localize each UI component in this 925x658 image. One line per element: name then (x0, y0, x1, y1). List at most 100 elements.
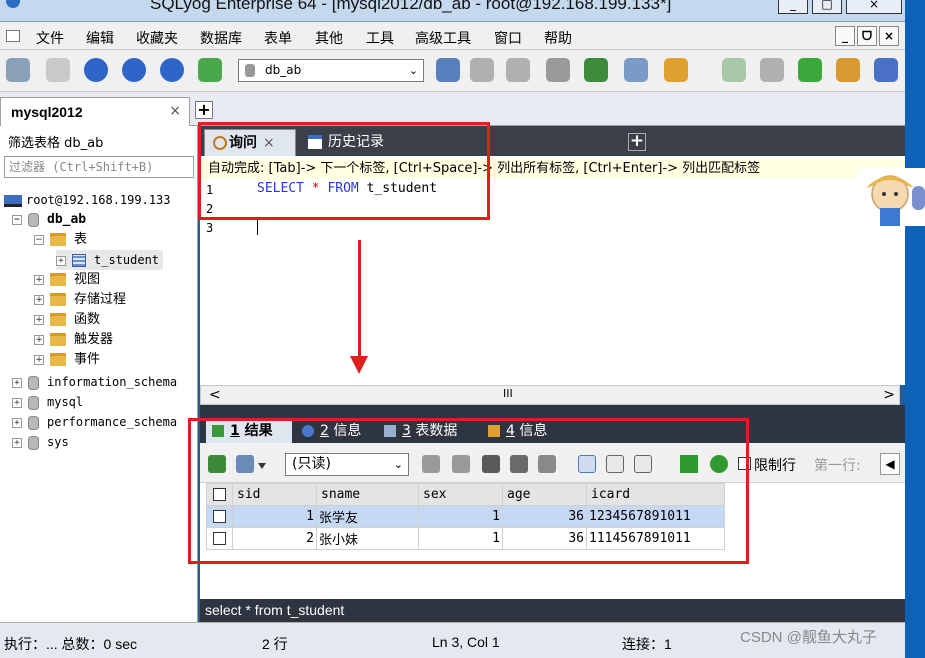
server-label: root@192.168.199.133 (26, 193, 171, 207)
mascot-icon (866, 175, 925, 226)
database-icon (28, 375, 39, 390)
expand-icon[interactable]: + (12, 377, 22, 388)
desktop-edge (905, 0, 925, 658)
filter-input[interactable]: 过滤器 (Ctrl+Shift+B) (4, 156, 194, 178)
menu-file[interactable]: 文件 (36, 28, 64, 48)
new-connection-icon[interactable] (6, 58, 30, 82)
database-icon (28, 212, 39, 227)
expand-icon[interactable]: + (12, 417, 22, 428)
menu-tools[interactable]: 工具 (366, 28, 394, 48)
collapse-icon[interactable]: − (12, 214, 22, 225)
folder-label: 表 (74, 232, 88, 247)
highlight-box-query (198, 122, 490, 220)
expand-icon[interactable]: + (34, 354, 44, 365)
db-label: sys (47, 435, 69, 449)
table-data-icon[interactable] (584, 58, 608, 82)
expand-icon[interactable]: + (34, 274, 44, 285)
execute-query-icon[interactable] (84, 58, 108, 82)
collapse-icon[interactable]: − (34, 234, 44, 245)
object-browser: 筛选表格 db_ab 过滤器 (Ctrl+Shift+B) root@192.1… (0, 126, 198, 622)
folder-label: 存储过程 (74, 292, 127, 307)
menu-edit[interactable]: 编辑 (86, 28, 114, 48)
tree-folder-tables[interactable]: − 表 (34, 230, 87, 250)
chevron-down-icon: ⌄ (408, 64, 418, 77)
scroll-thumb[interactable]: III (503, 387, 513, 400)
tree-folder-procedures[interactable]: + 存储过程 (34, 290, 126, 310)
tree-folder-events[interactable]: + 事件 (34, 350, 100, 370)
scroll-right-icon[interactable]: > (883, 387, 895, 403)
menu-other[interactable]: 其他 (315, 28, 343, 48)
folder-icon (50, 353, 66, 366)
highlight-box-result (188, 418, 749, 564)
sql-preview-line: select * from t_student (200, 599, 905, 622)
database-icon (28, 435, 39, 450)
pane-splitter[interactable] (200, 405, 905, 417)
expand-icon[interactable]: + (12, 397, 22, 408)
menu-database[interactable]: 数据库 (200, 28, 242, 48)
menu-bar: 文件 编辑 收藏夹 数据库 表单 其他 工具 高级工具 窗口 帮助 _ ᗜ × (0, 22, 905, 50)
db-label: db_ab (47, 212, 87, 227)
mdi-minimize-button[interactable]: _ (835, 26, 855, 46)
database-icon (245, 64, 255, 77)
tree-db-information-schema[interactable]: + information_schema (12, 372, 177, 392)
expand-icon[interactable]: + (34, 294, 44, 305)
import-icon[interactable] (546, 58, 570, 82)
tree-table-t_student[interactable]: + t_student (56, 250, 164, 270)
tree-folder-functions[interactable]: + 函数 (34, 310, 100, 330)
new-query-icon[interactable] (46, 58, 70, 82)
refresh-icon[interactable] (160, 58, 184, 82)
tree-db-performance-schema[interactable]: + performance_schema (12, 412, 196, 432)
expand-icon[interactable]: + (12, 437, 22, 448)
menu-window[interactable]: 窗口 (494, 28, 522, 48)
expand-icon[interactable]: + (34, 334, 44, 345)
data-sync-icon[interactable] (760, 58, 784, 82)
restore-icon[interactable] (506, 58, 530, 82)
watermark: CSDN @靓鱼大丸子 (740, 629, 877, 646)
expand-icon[interactable]: + (34, 314, 44, 325)
annotation-arrow-line (358, 240, 361, 360)
new-connection-tab-button[interactable]: + (195, 101, 213, 119)
scheduler-icon[interactable] (836, 58, 860, 82)
query-builder-icon[interactable] (664, 58, 688, 82)
menu-advanced-tools[interactable]: 高级工具 (415, 28, 471, 48)
folder-icon (50, 233, 66, 246)
annotation-arrow-head (350, 356, 368, 374)
scroll-left-icon[interactable]: < (209, 387, 221, 403)
close-icon[interactable]: × (169, 103, 181, 119)
mdi-restore-button[interactable]: ᗜ (857, 26, 877, 46)
user-manager-icon[interactable] (436, 58, 460, 82)
sync-icon[interactable] (722, 58, 746, 82)
expand-icon[interactable]: + (56, 255, 66, 266)
folder-label: 触发器 (74, 332, 114, 347)
previous-page-button[interactable]: ◀ (880, 453, 900, 475)
menu-help[interactable]: 帮助 (544, 28, 572, 48)
mdi-controls: _ ᗜ × (835, 26, 899, 46)
connection-tab[interactable]: mysql2012 × (0, 97, 190, 126)
schema-icon[interactable] (198, 58, 222, 82)
tree-server[interactable]: root@192.168.199.133 (4, 190, 171, 210)
first-row-label: 第一行: (814, 458, 861, 474)
tree-folder-triggers[interactable]: + 触发器 (34, 330, 113, 350)
execute-all-icon[interactable] (122, 58, 146, 82)
close-button[interactable]: × (846, 0, 902, 14)
migration-icon[interactable] (798, 58, 822, 82)
tree-folder-views[interactable]: + 视图 (34, 270, 100, 290)
tree-db-mysql[interactable]: + mysql (12, 392, 83, 412)
schema-designer-icon[interactable] (624, 58, 648, 82)
line-number: 3 (206, 221, 214, 235)
tree-db-sys[interactable]: + sys (12, 432, 69, 452)
menu-favorites[interactable]: 收藏夹 (136, 28, 178, 48)
database-selector[interactable]: db_ab ⌄ (238, 59, 424, 82)
limit-rows-label: 限制行 (754, 458, 796, 474)
menu-table[interactable]: 表单 (264, 28, 292, 48)
backup-icon[interactable] (470, 58, 494, 82)
mdi-close-button[interactable]: × (879, 26, 899, 46)
maximize-button[interactable]: □ (812, 0, 842, 14)
notifications-icon[interactable] (874, 58, 898, 82)
tree-db-current[interactable]: − db_ab (12, 210, 86, 230)
editor-horizontal-scrollbar[interactable]: < III > (200, 385, 900, 405)
new-query-tab-button[interactable]: + (628, 133, 646, 151)
database-selector-value: db_ab (265, 63, 302, 77)
assistant-mascot[interactable] (856, 168, 925, 226)
minimize-button[interactable]: _ (778, 0, 808, 14)
